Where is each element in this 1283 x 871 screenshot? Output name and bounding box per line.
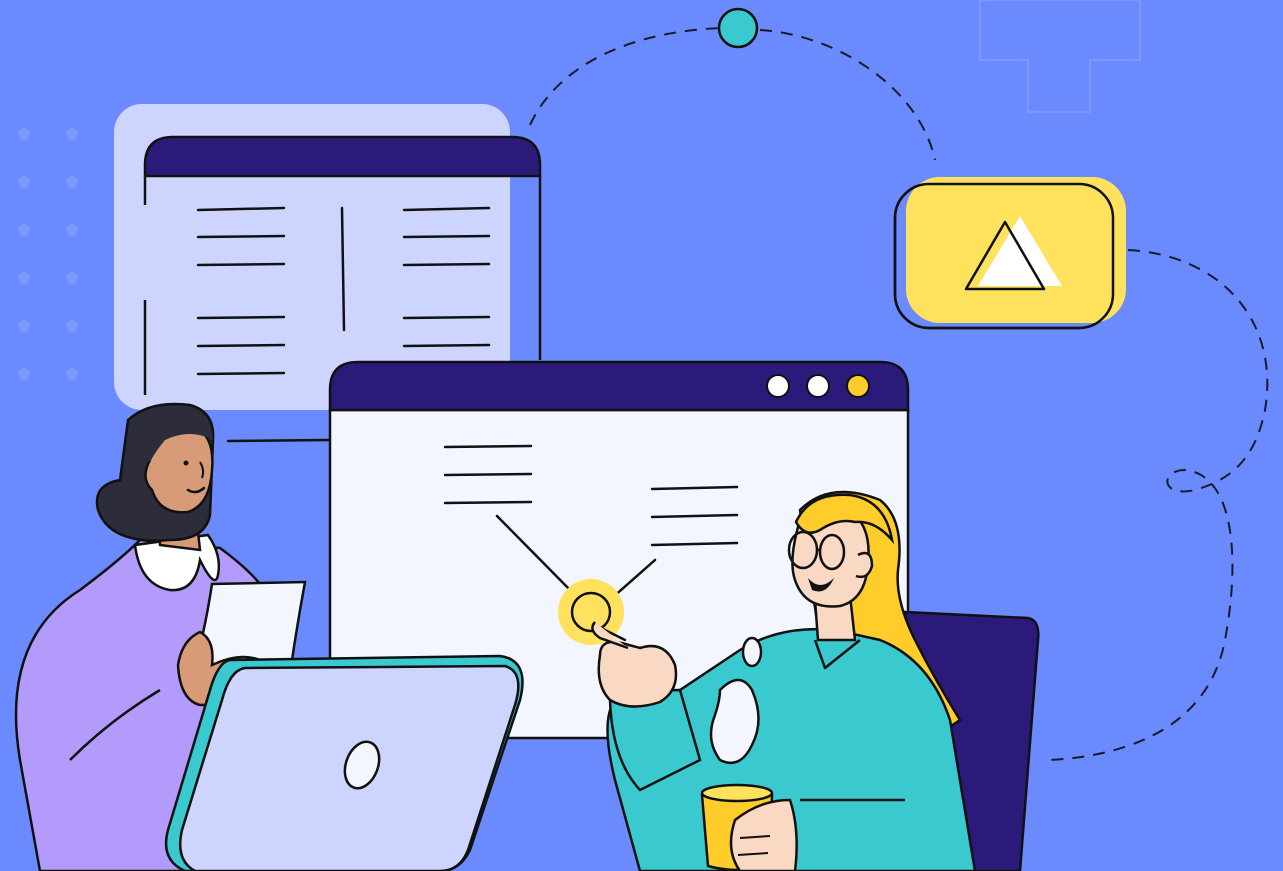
pointing-hand (597, 640, 678, 708)
laptop (164, 654, 524, 871)
circle-node-icon (717, 7, 759, 49)
illustration-scene (0, 0, 1283, 871)
window-control-dots-icon (766, 374, 870, 398)
warning-triangle-icon (893, 177, 1126, 330)
illustration-canvas (0, 0, 1283, 871)
